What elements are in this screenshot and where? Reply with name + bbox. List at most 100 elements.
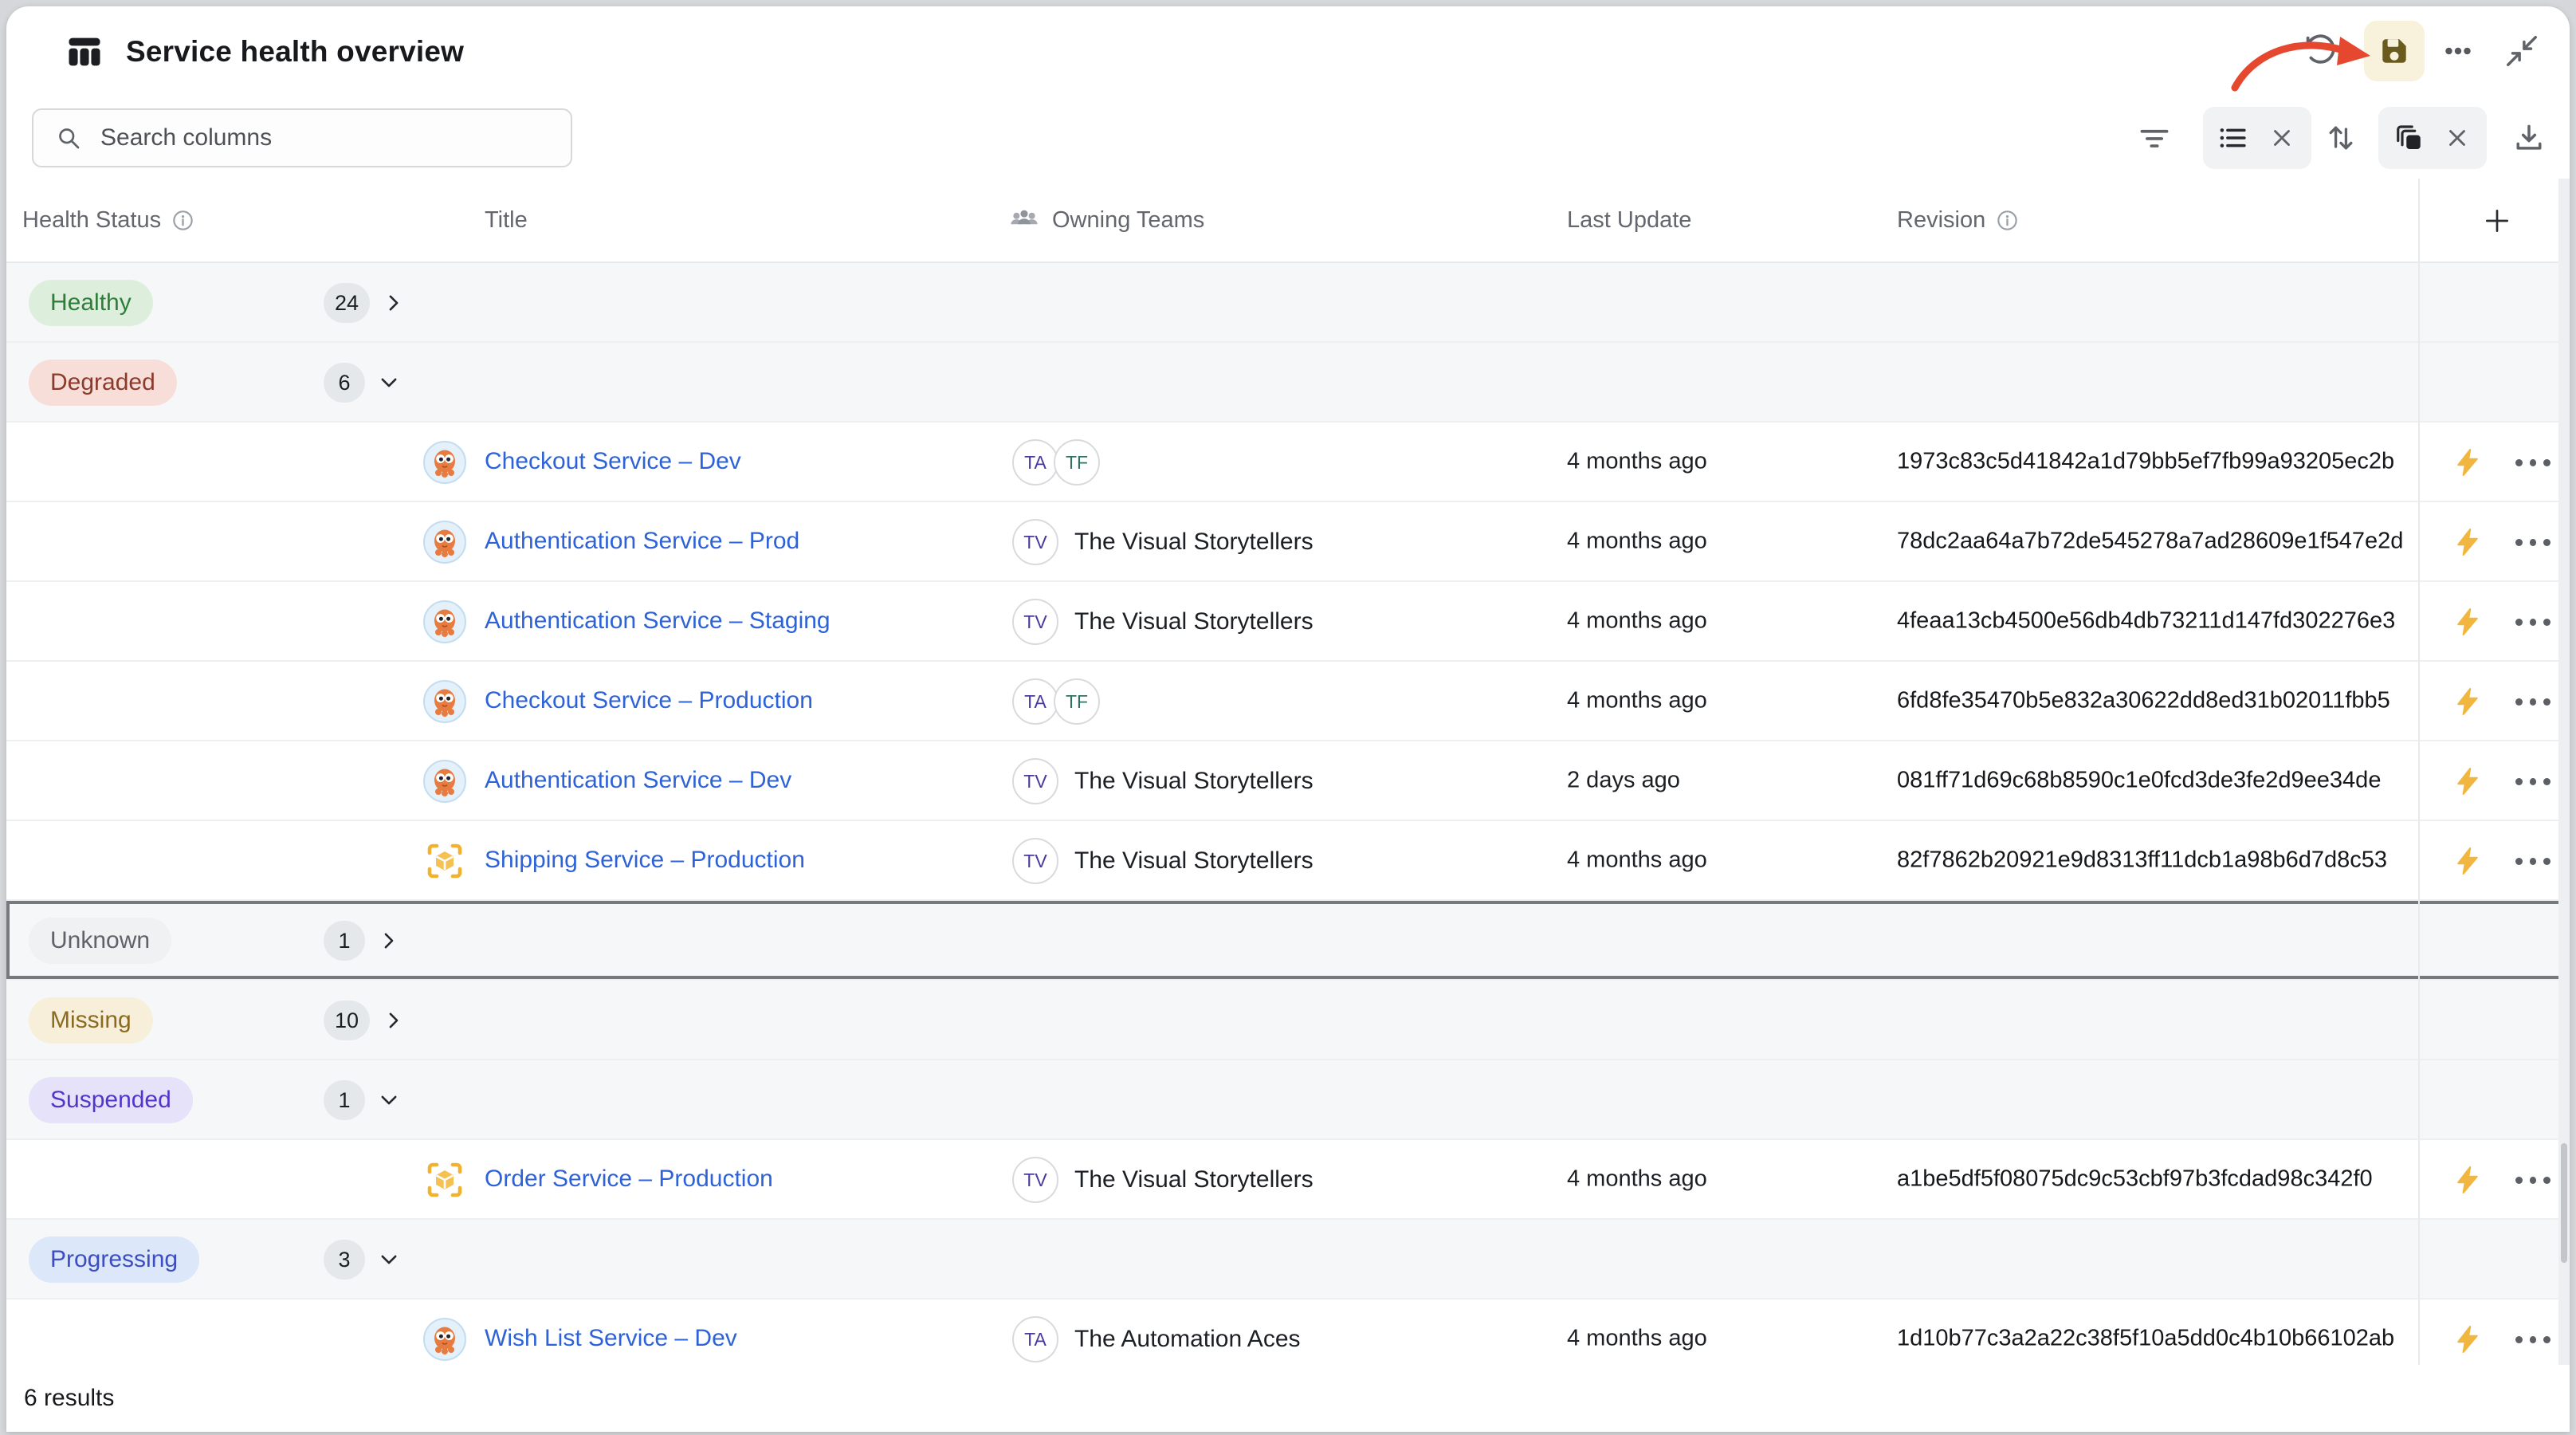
team-avatar[interactable]: TA <box>1012 678 1058 725</box>
group-count-badge: 24 <box>324 283 370 323</box>
group-count-badge: 10 <box>324 1001 370 1040</box>
octopus-service-icon <box>422 1317 467 1362</box>
team-name: The Visual Storytellers <box>1074 768 1314 795</box>
group-row-progressing[interactable]: Progressing3 <box>6 1220 2566 1299</box>
row-menu-button[interactable] <box>2515 1299 2550 1365</box>
team-name: The Visual Storytellers <box>1074 1166 1314 1193</box>
status-pill: Missing <box>29 997 153 1044</box>
service-row[interactable]: Wish List Service – DevTAThe Automation … <box>6 1299 2566 1365</box>
collapse-button[interactable] <box>2492 21 2552 81</box>
search-icon <box>54 124 83 152</box>
column-header-title[interactable]: Title <box>485 179 528 261</box>
owning-teams-cell: TATF <box>1012 662 1100 741</box>
lightning-icon[interactable] <box>2454 449 2481 476</box>
service-row[interactable]: Authentication Service – StagingTVThe Vi… <box>6 582 2566 662</box>
revision-cell: 6fd8fe35470b5e832a30622dd8ed31b02011fbb5 <box>1897 688 2390 714</box>
team-avatar[interactable]: TF <box>1054 439 1100 486</box>
row-menu-button[interactable] <box>2515 821 2550 901</box>
service-row[interactable]: Shipping Service – Production TV The Visua… <box>6 821 2566 901</box>
revision-cell: 1d10b77c3a2a22c38f5f10a5dd0c4b10b66102ab <box>1897 1326 2394 1352</box>
row-menu-button[interactable] <box>2515 582 2550 662</box>
service-row[interactable]: Authentication Service – ProdTVThe Visua… <box>6 502 2566 582</box>
team-avatar[interactable]: TV <box>1012 599 1058 645</box>
column-header-revision[interactable]: Revision <box>1897 179 2018 261</box>
last-update-cell: 4 months ago <box>1567 449 1707 475</box>
search-box[interactable] <box>32 108 572 167</box>
undo-button[interactable] <box>2289 21 2350 81</box>
service-title-link[interactable]: Wish List Service – Dev <box>485 1325 737 1352</box>
octopus-service-icon <box>422 520 467 564</box>
group-row-unknown[interactable]: Unknown 1 <box>6 901 2566 981</box>
chevron-right-icon[interactable] <box>383 292 405 314</box>
team-avatar[interactable]: TV <box>1012 838 1058 884</box>
row-menu-button[interactable] <box>2515 423 2550 502</box>
service-row[interactable]: Checkout Service – ProductionTATF4 month… <box>6 662 2566 741</box>
revision-cell: 081ff71d69c68b8590c1e0fcd3de3fe2d9ee34de <box>1897 768 2381 794</box>
service-title-link[interactable]: Order Service – Production <box>485 1166 773 1193</box>
box-service-icon <box>422 839 467 883</box>
team-avatar[interactable]: TF <box>1054 678 1100 725</box>
row-menu-button[interactable] <box>2515 502 2550 582</box>
service-row[interactable]: Order Service – Production TV The Visual S… <box>6 1140 2566 1220</box>
filter-button[interactable] <box>2123 107 2185 169</box>
more-options-button[interactable] <box>2428 21 2488 81</box>
service-title-link[interactable]: Authentication Service – Prod <box>485 528 799 555</box>
info-icon[interactable] <box>172 210 194 231</box>
save-button[interactable] <box>2364 21 2425 81</box>
service-row[interactable]: Checkout Service – DevTATF4 months ago19… <box>6 423 2566 502</box>
team-avatar[interactable]: TV <box>1012 1157 1058 1203</box>
sort-button[interactable] <box>2310 107 2372 169</box>
add-column-button[interactable] <box>2476 199 2519 242</box>
table-header-row: Health Status Title Owning Teams Last Up… <box>6 179 2570 263</box>
lightning-icon[interactable] <box>2454 847 2481 875</box>
row-menu-button[interactable] <box>2515 662 2550 741</box>
column-header-health-status[interactable]: Health Status <box>22 179 194 261</box>
group-controls: 1 <box>324 1060 400 1140</box>
search-input[interactable] <box>100 124 531 151</box>
row-menu-button[interactable] <box>2515 741 2550 821</box>
download-button[interactable] <box>2498 107 2560 169</box>
group-row-healthy[interactable]: Healthy24 <box>6 263 2566 343</box>
group-by-button[interactable] <box>2386 114 2429 162</box>
chevron-right-icon[interactable] <box>378 930 400 952</box>
chevron-down-icon[interactable] <box>378 1248 400 1271</box>
chevron-down-icon[interactable] <box>378 1089 400 1111</box>
group-row-missing[interactable]: Missing 10 <box>6 981 2566 1060</box>
info-icon[interactable] <box>1997 210 2018 231</box>
lightning-icon[interactable] <box>2454 1166 2481 1193</box>
status-pill: Progressing <box>29 1236 199 1283</box>
column-header-last-update[interactable]: Last Update <box>1567 179 1691 261</box>
vertical-scrollbar[interactable] <box>2558 179 2570 1365</box>
team-avatar[interactable]: TA <box>1012 1316 1058 1362</box>
service-title-link[interactable]: Authentication Service – Staging <box>485 607 831 635</box>
team-avatar[interactable]: TA <box>1012 439 1058 486</box>
scrollbar-thumb[interactable] <box>2561 1143 2567 1263</box>
group-row-degraded[interactable]: Degraded6 <box>6 343 2566 423</box>
team-name: The Visual Storytellers <box>1074 847 1314 875</box>
lightning-icon[interactable] <box>2454 529 2481 556</box>
service-title-link[interactable]: Shipping Service – Production <box>485 847 805 874</box>
lightning-icon[interactable] <box>2454 608 2481 635</box>
lightning-icon[interactable] <box>2454 688 2481 715</box>
list-view-button[interactable] <box>2211 114 2254 162</box>
lightning-icon[interactable] <box>2454 1326 2481 1353</box>
service-row[interactable]: Authentication Service – Dev TV The Visual… <box>6 741 2566 821</box>
chevron-right-icon[interactable] <box>383 1009 405 1032</box>
lightning-icon[interactable] <box>2454 768 2481 795</box>
service-title-link[interactable]: Checkout Service – Production <box>485 687 813 714</box>
last-update-cell: 4 months ago <box>1567 1166 1707 1193</box>
table-body: Healthy24Degraded6 Checkout Service – Dev… <box>6 263 2566 1365</box>
team-avatar[interactable]: TV <box>1012 758 1058 804</box>
service-title-link[interactable]: Checkout Service – Dev <box>485 448 741 475</box>
status-pill: Unknown <box>29 918 171 964</box>
group-controls: 1 <box>324 901 400 981</box>
chevron-down-icon[interactable] <box>378 372 400 394</box>
clear-group-by-button[interactable] <box>2436 114 2479 162</box>
clear-view-button[interactable] <box>2260 114 2303 162</box>
last-update-cell: 4 months ago <box>1567 529 1707 555</box>
team-avatar[interactable]: TV <box>1012 519 1058 565</box>
row-menu-button[interactable] <box>2515 1140 2550 1220</box>
column-header-owning-teams[interactable]: Owning Teams <box>1007 179 1204 261</box>
group-row-suspended[interactable]: Suspended1 <box>6 1060 2566 1140</box>
service-title-link[interactable]: Authentication Service – Dev <box>485 767 791 794</box>
